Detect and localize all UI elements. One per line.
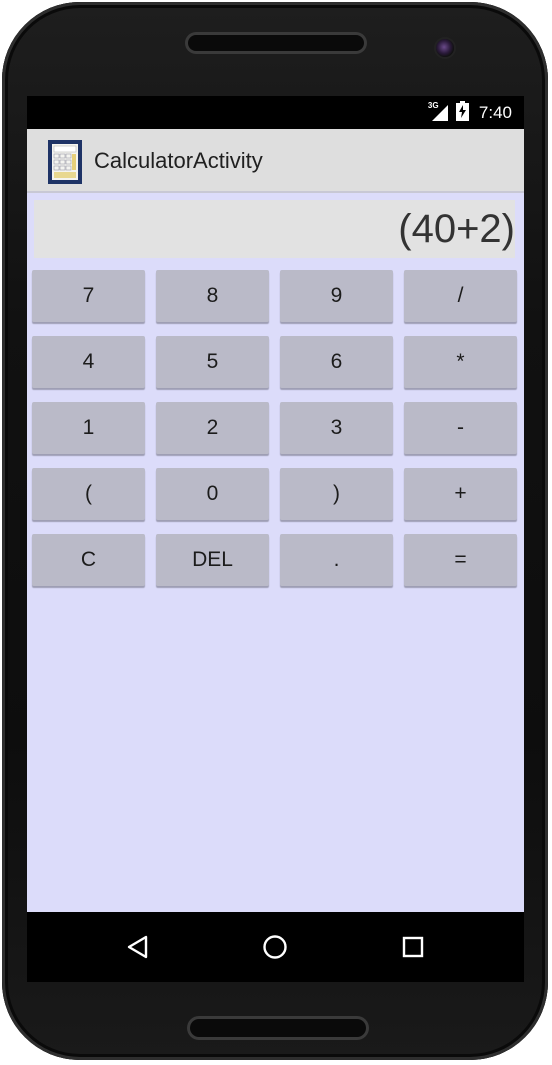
signal-icon: 3G bbox=[428, 101, 450, 123]
clock: 7:40 bbox=[478, 103, 512, 122]
home-icon[interactable] bbox=[255, 927, 295, 967]
key-decimal[interactable]: . bbox=[280, 534, 393, 586]
key-6[interactable]: 6 bbox=[280, 336, 393, 388]
recents-icon[interactable] bbox=[393, 927, 433, 967]
key-open-paren[interactable]: ( bbox=[32, 468, 145, 520]
key-9[interactable]: 9 bbox=[280, 270, 393, 322]
key-5[interactable]: 5 bbox=[156, 336, 269, 388]
battery-charging-icon bbox=[455, 100, 469, 126]
action-bar: CalculatorActivity bbox=[27, 129, 524, 193]
key-add[interactable]: + bbox=[404, 468, 517, 520]
navigation-bar bbox=[27, 912, 524, 982]
calculator-content: (40+2) 7 8 9 / 4 5 6 * 1 2 3 - ( 0 ) + C… bbox=[27, 193, 524, 912]
top-speaker-grille bbox=[188, 35, 364, 51]
status-bar-right: 3G 7:40 bbox=[428, 100, 512, 126]
page-title: CalculatorActivity bbox=[94, 148, 263, 173]
key-4[interactable]: 4 bbox=[32, 336, 145, 388]
key-2[interactable]: 2 bbox=[156, 402, 269, 454]
calculator-display: (40+2) bbox=[34, 200, 515, 258]
front-camera bbox=[436, 39, 454, 57]
key-equals[interactable]: = bbox=[404, 534, 517, 586]
key-8[interactable]: 8 bbox=[156, 270, 269, 322]
back-icon[interactable] bbox=[118, 927, 158, 967]
key-0[interactable]: 0 bbox=[156, 468, 269, 520]
key-multiply[interactable]: * bbox=[404, 336, 517, 388]
key-3[interactable]: 3 bbox=[280, 402, 393, 454]
key-divide[interactable]: / bbox=[404, 270, 517, 322]
key-close-paren[interactable]: ) bbox=[280, 468, 393, 520]
device-screen: 3G 7:40 CalculatorActivity (40+2) 7 8 9 … bbox=[27, 96, 524, 982]
key-subtract[interactable]: - bbox=[404, 402, 517, 454]
keypad: 7 8 9 / 4 5 6 * 1 2 3 - ( 0 ) + C DEL . … bbox=[32, 270, 519, 595]
calculator-app-icon[interactable] bbox=[48, 140, 82, 184]
key-1[interactable]: 1 bbox=[32, 402, 145, 454]
bottom-speaker-grille bbox=[190, 1019, 366, 1037]
key-clear[interactable]: C bbox=[32, 534, 145, 586]
key-delete[interactable]: DEL bbox=[156, 534, 269, 586]
status-bar: 3G 7:40 bbox=[27, 96, 524, 129]
key-7[interactable]: 7 bbox=[32, 270, 145, 322]
